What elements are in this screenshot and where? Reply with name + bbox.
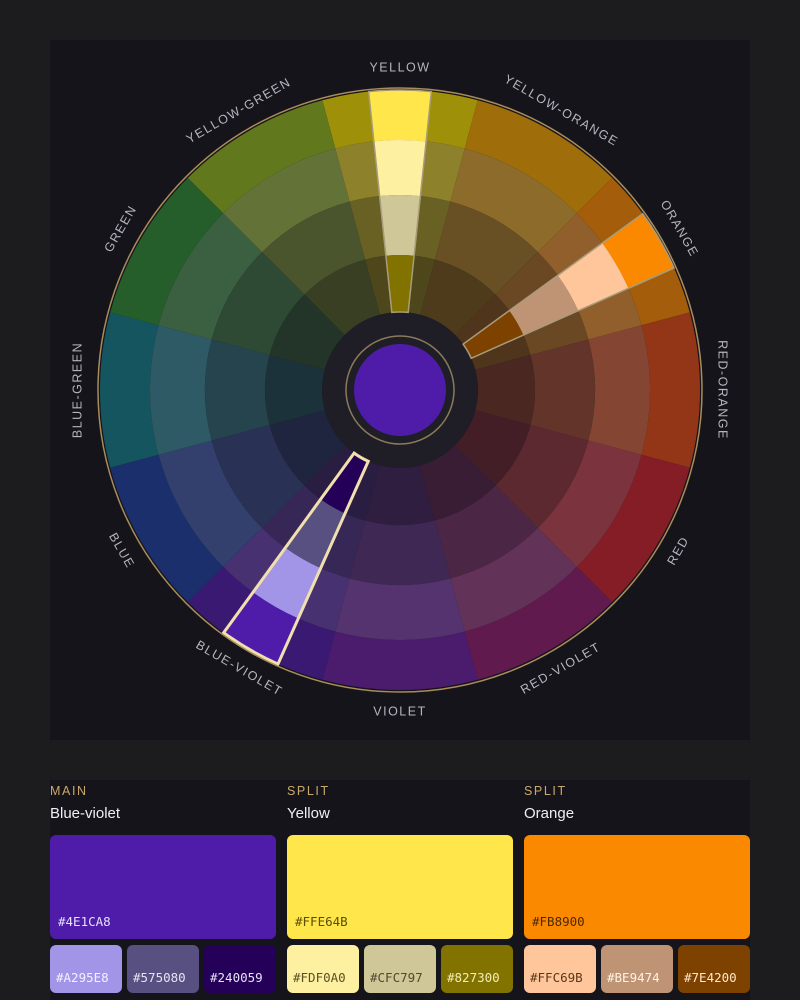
wheel-label: RED — [664, 534, 692, 568]
selected-hue-segment[interactable] — [373, 140, 427, 197]
color-wheel-panel: YELLOW YELLOW-ORANGE ORANGE RED-ORANGE RED RE… — [50, 40, 750, 740]
shade-swatch[interactable]: #BE9474 — [601, 945, 673, 993]
wheel-label: VIOLET — [373, 704, 426, 718]
wheel-label: BLUE-GREEN — [70, 342, 84, 438]
wheel-segment[interactable] — [205, 339, 270, 441]
role-label: SPLIT — [524, 784, 567, 798]
hex-label: #575080 — [133, 970, 186, 985]
hex-label: #FDF0A0 — [293, 970, 346, 985]
palette-column-main: MAIN Blue-violet #4E1CA8 #A295E8 #575080… — [50, 780, 276, 993]
hex-label: #240059 — [210, 970, 263, 985]
shade-swatch[interactable]: #575080 — [127, 945, 199, 993]
color-wheel[interactable]: YELLOWYELLOW-ORANGEORANGERED-ORANGEREDRE… — [50, 40, 750, 740]
color-name: Orange — [524, 805, 575, 822]
wheel-segment[interactable] — [150, 325, 212, 455]
shade-swatch[interactable]: #CFC797 — [364, 945, 436, 993]
shade-swatch[interactable]: #7E4200 — [678, 945, 750, 993]
shade-swatch[interactable]: #827300 — [441, 945, 513, 993]
hex-label: #7E4200 — [684, 970, 737, 985]
hex-label: #FFE64B — [295, 914, 348, 929]
wheel-segment[interactable] — [588, 325, 650, 455]
wheel-segment[interactable] — [641, 312, 700, 468]
role-label: SPLIT — [287, 784, 330, 798]
main-swatch[interactable]: #4E1CA8 — [50, 835, 276, 939]
hex-label: #A295E8 — [56, 970, 109, 985]
wheel-segment[interactable] — [100, 312, 159, 468]
selected-hue-segment[interactable] — [368, 90, 432, 142]
hex-label: #FFC69B — [530, 970, 583, 985]
shade-swatch[interactable]: #240059 — [204, 945, 276, 993]
shade-swatch[interactable]: #FDF0A0 — [287, 945, 359, 993]
palette-column-split-orange: SPLIT Orange #FB8900 #FFC69B #BE9474 #7E… — [524, 780, 750, 993]
role-label: MAIN — [50, 784, 88, 798]
hex-label: #BE9474 — [607, 970, 660, 985]
main-swatch[interactable]: #FFE64B — [287, 835, 513, 939]
wheel-label: RED-ORANGE — [716, 340, 730, 440]
wheel-segment[interactable] — [530, 339, 596, 441]
palette-panel: MAIN Blue-violet #4E1CA8 #A295E8 #575080… — [50, 780, 750, 1000]
shade-swatch[interactable]: #FFC69B — [524, 945, 596, 993]
color-name: Blue-violet — [50, 805, 121, 822]
wheel-segment[interactable] — [349, 520, 451, 585]
palette-column-split-yellow: SPLIT Yellow #FFE64B #FDF0A0 #CFC797 #82… — [287, 780, 513, 993]
shade-swatch[interactable]: #A295E8 — [50, 945, 122, 993]
hex-label: #827300 — [447, 970, 500, 985]
wheel-label: YELLOW — [369, 60, 430, 74]
hex-label: #4E1CA8 — [58, 914, 111, 929]
center-color-disc[interactable] — [354, 344, 446, 436]
selected-hue-segment[interactable] — [379, 195, 421, 256]
wheel-segment[interactable] — [322, 631, 478, 690]
wheel-segment[interactable] — [335, 578, 465, 640]
color-name: Yellow — [287, 805, 330, 822]
wheel-label: BLUE — [106, 530, 137, 570]
hex-label: #FB8900 — [532, 914, 585, 929]
hex-label: #CFC797 — [370, 970, 423, 985]
main-swatch[interactable]: #FB8900 — [524, 835, 750, 939]
